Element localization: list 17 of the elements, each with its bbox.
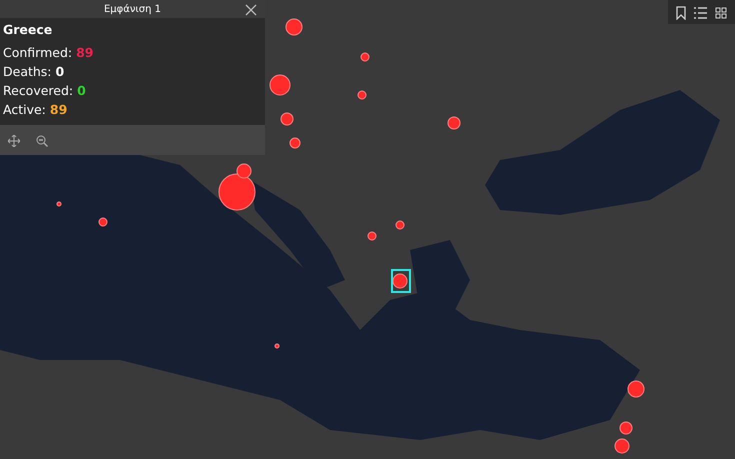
stat-value: 89 — [76, 44, 94, 62]
stat-label: Active: — [3, 101, 46, 119]
stat-value: 0 — [77, 82, 86, 100]
move-icon — [8, 134, 20, 147]
popup-title: Εμφάνιση 1 — [104, 2, 162, 16]
close-button[interactable] — [245, 3, 257, 18]
grid-icon — [715, 6, 727, 19]
country-name: Greece — [3, 21, 54, 39]
stat-value: 0 — [56, 63, 64, 81]
stat-label: Confirmed: — [3, 44, 72, 62]
close-icon — [245, 4, 257, 16]
stat-label: Deaths: — [3, 63, 52, 81]
list-icon — [694, 6, 707, 19]
zoom-icon — [36, 134, 48, 147]
stat-label: Recovered: — [3, 82, 74, 100]
bookmark-icon — [676, 6, 686, 20]
stat-value: 89 — [50, 101, 68, 119]
